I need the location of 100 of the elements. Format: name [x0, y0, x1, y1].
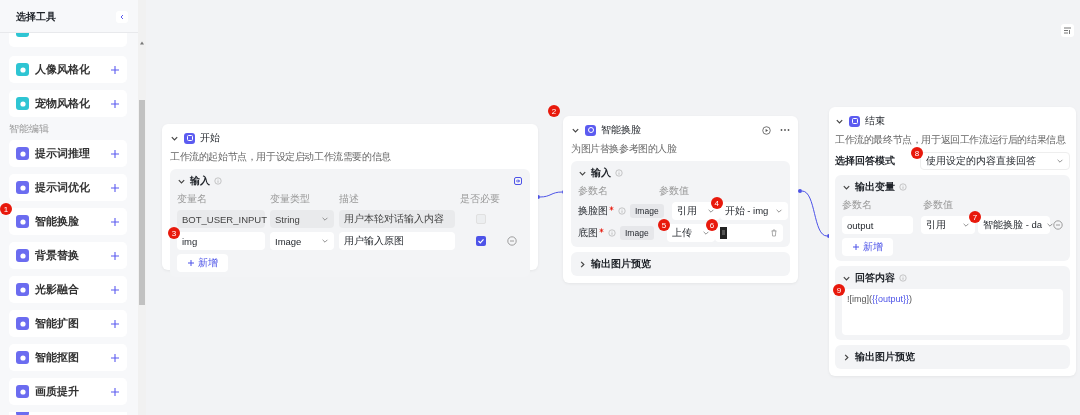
section-title: 输入 [591, 166, 611, 180]
variable-name-field[interactable]: output [842, 216, 913, 234]
column-header: 参数名 [842, 199, 872, 210]
type-select[interactable]: Image [270, 232, 334, 250]
sidebar-item[interactable] [9, 33, 127, 47]
source-select[interactable]: 引用 [921, 216, 975, 234]
play-icon[interactable] [762, 125, 771, 135]
step-badge: 8 [911, 147, 923, 159]
image-thumbnail [720, 227, 727, 239]
step-badge: 9 [833, 284, 845, 296]
section-title: 输出变量 [855, 180, 895, 194]
add-icon[interactable] [110, 284, 120, 295]
add-icon[interactable] [110, 182, 120, 193]
sidebar-item[interactable]: 背景替换 [9, 242, 127, 269]
step-badge: 5 [658, 219, 670, 231]
chevron-icon [321, 237, 329, 245]
output-preview-section[interactable]: 输出图片预览 [571, 252, 790, 276]
sidebar-item[interactable]: 提示词优化 [9, 174, 127, 201]
connection-edge [801, 190, 828, 237]
add-icon[interactable] [110, 352, 120, 363]
step-badge: 4 [710, 197, 723, 209]
face-swap-node[interactable]: 智能换脸 为图片替换参考图的人脸 输入 参数名 参数值 换脸图 Image 引用 开始 - img 4 底图 Image 上传 5 6 输出图片预览 [563, 116, 798, 283]
more-icon[interactable] [780, 128, 790, 132]
connection-edge [539, 191, 563, 198]
chevron-icon [1046, 221, 1054, 229]
info-icon [608, 229, 616, 237]
sidebar-item[interactable]: 光影融合 [9, 276, 127, 303]
answer-content-field[interactable]: ![img]({{output}}) [842, 289, 1063, 335]
add-icon[interactable] [110, 250, 120, 261]
info-icon [615, 169, 623, 177]
info-icon [899, 274, 907, 282]
import-icon[interactable] [513, 176, 523, 186]
remove-icon[interactable] [507, 236, 517, 246]
sidebar-item[interactable]: 人像风格化 [9, 56, 127, 83]
upload-field[interactable] [715, 224, 783, 242]
sidebar-item[interactable]: 提示词推理 [9, 140, 127, 167]
type-tag: Image [630, 204, 664, 218]
delete-icon[interactable] [770, 229, 778, 237]
chevron-icon [962, 221, 970, 229]
node-icon [849, 115, 860, 127]
list-icon[interactable] [1061, 24, 1074, 37]
required-checkbox[interactable] [476, 236, 486, 246]
sidebar-item[interactable]: 画质提升 [9, 378, 127, 405]
node-icon [184, 132, 195, 144]
type-tag: Image [620, 226, 654, 240]
add-icon[interactable] [110, 98, 120, 109]
description-field[interactable]: 用户输入原图 [339, 232, 455, 250]
collapse-button[interactable] [116, 11, 128, 23]
sidebar-item[interactable]: 智能扩图 [9, 310, 127, 337]
remove-icon[interactable] [1053, 220, 1063, 230]
info-icon [899, 183, 907, 191]
answer-mode-select[interactable]: 使用设定的内容直接回答 [920, 152, 1070, 170]
column-header: 变量名 [177, 193, 207, 204]
column-header: 是否必要 [460, 193, 500, 204]
variable-name-field[interactable]: img [177, 232, 265, 250]
scrollbar[interactable] [138, 0, 146, 415]
section-label: 智能编辑 [9, 122, 50, 136]
scroll-up-icon[interactable] [140, 41, 144, 45]
plus-icon [852, 243, 860, 251]
add-icon[interactable] [110, 318, 120, 329]
chevron-icon [118, 13, 126, 21]
sidebar-item[interactable]: 宠物风格化 [9, 90, 127, 117]
plus-icon [187, 259, 195, 267]
add-button[interactable]: 新增 [842, 238, 893, 256]
column-header: 参数值 [659, 184, 689, 198]
section-title: 输入 [190, 174, 210, 188]
chevron-icon [578, 259, 587, 269]
chevron-icon [842, 352, 851, 362]
add-icon[interactable] [110, 386, 120, 397]
info-icon [214, 177, 222, 185]
add-icon[interactable] [110, 64, 120, 75]
add-button[interactable]: 新增 [177, 254, 228, 272]
sidebar-item[interactable]: 智能抠图 [9, 344, 127, 371]
info-icon [618, 207, 626, 215]
chevron-icon [321, 215, 329, 223]
port-dot[interactable] [798, 189, 802, 193]
node-title: 智能换脸 [601, 123, 642, 137]
node-title: 结束 [865, 114, 886, 128]
step-badge: 7 [969, 211, 981, 223]
sidebar-title: 选择工具 [16, 10, 56, 24]
chevron-icon [706, 207, 715, 215]
section-title: 回答内容 [855, 271, 895, 285]
sidebar-item[interactable]: 智能换脸 [9, 208, 127, 235]
value-select[interactable]: 开始 - img [719, 202, 788, 220]
node-description: 工作流的最终节点，用于返回工作流运行后的结果信息 [835, 133, 1066, 147]
chevron-icon [1056, 157, 1064, 165]
node-title: 开始 [200, 131, 221, 145]
output-preview-section[interactable]: 输出图片预览 [835, 345, 1070, 369]
add-icon[interactable] [110, 216, 120, 227]
parameter-label: 底图 [578, 226, 598, 240]
parameter-label: 换脸图 [578, 204, 608, 218]
value-select[interactable]: 智能换脸 - da [978, 216, 1050, 234]
node-description: 工作流的起始节点，用于设定启动工作流需要的信息 [170, 150, 391, 164]
add-icon[interactable] [110, 148, 120, 159]
node-description: 为图片替换参考图的人脸 [571, 142, 677, 156]
column-header: 参数值 [923, 198, 953, 212]
column-header: 变量类型 [270, 193, 310, 204]
end-node[interactable]: 结束 工作流的最终节点，用于返回工作流运行后的结果信息 选择回答模式 使用设定的内容直接回答 8 输出变量 参数名 参数值 output 引用 智能换脸 - da 7 新增 回答内容 ![img]({{output}}) 9 输出图片预览 [829, 107, 1076, 376]
step-badge: 1 [0, 203, 12, 215]
answer-mode-label: 选择回答模式 [835, 154, 895, 168]
